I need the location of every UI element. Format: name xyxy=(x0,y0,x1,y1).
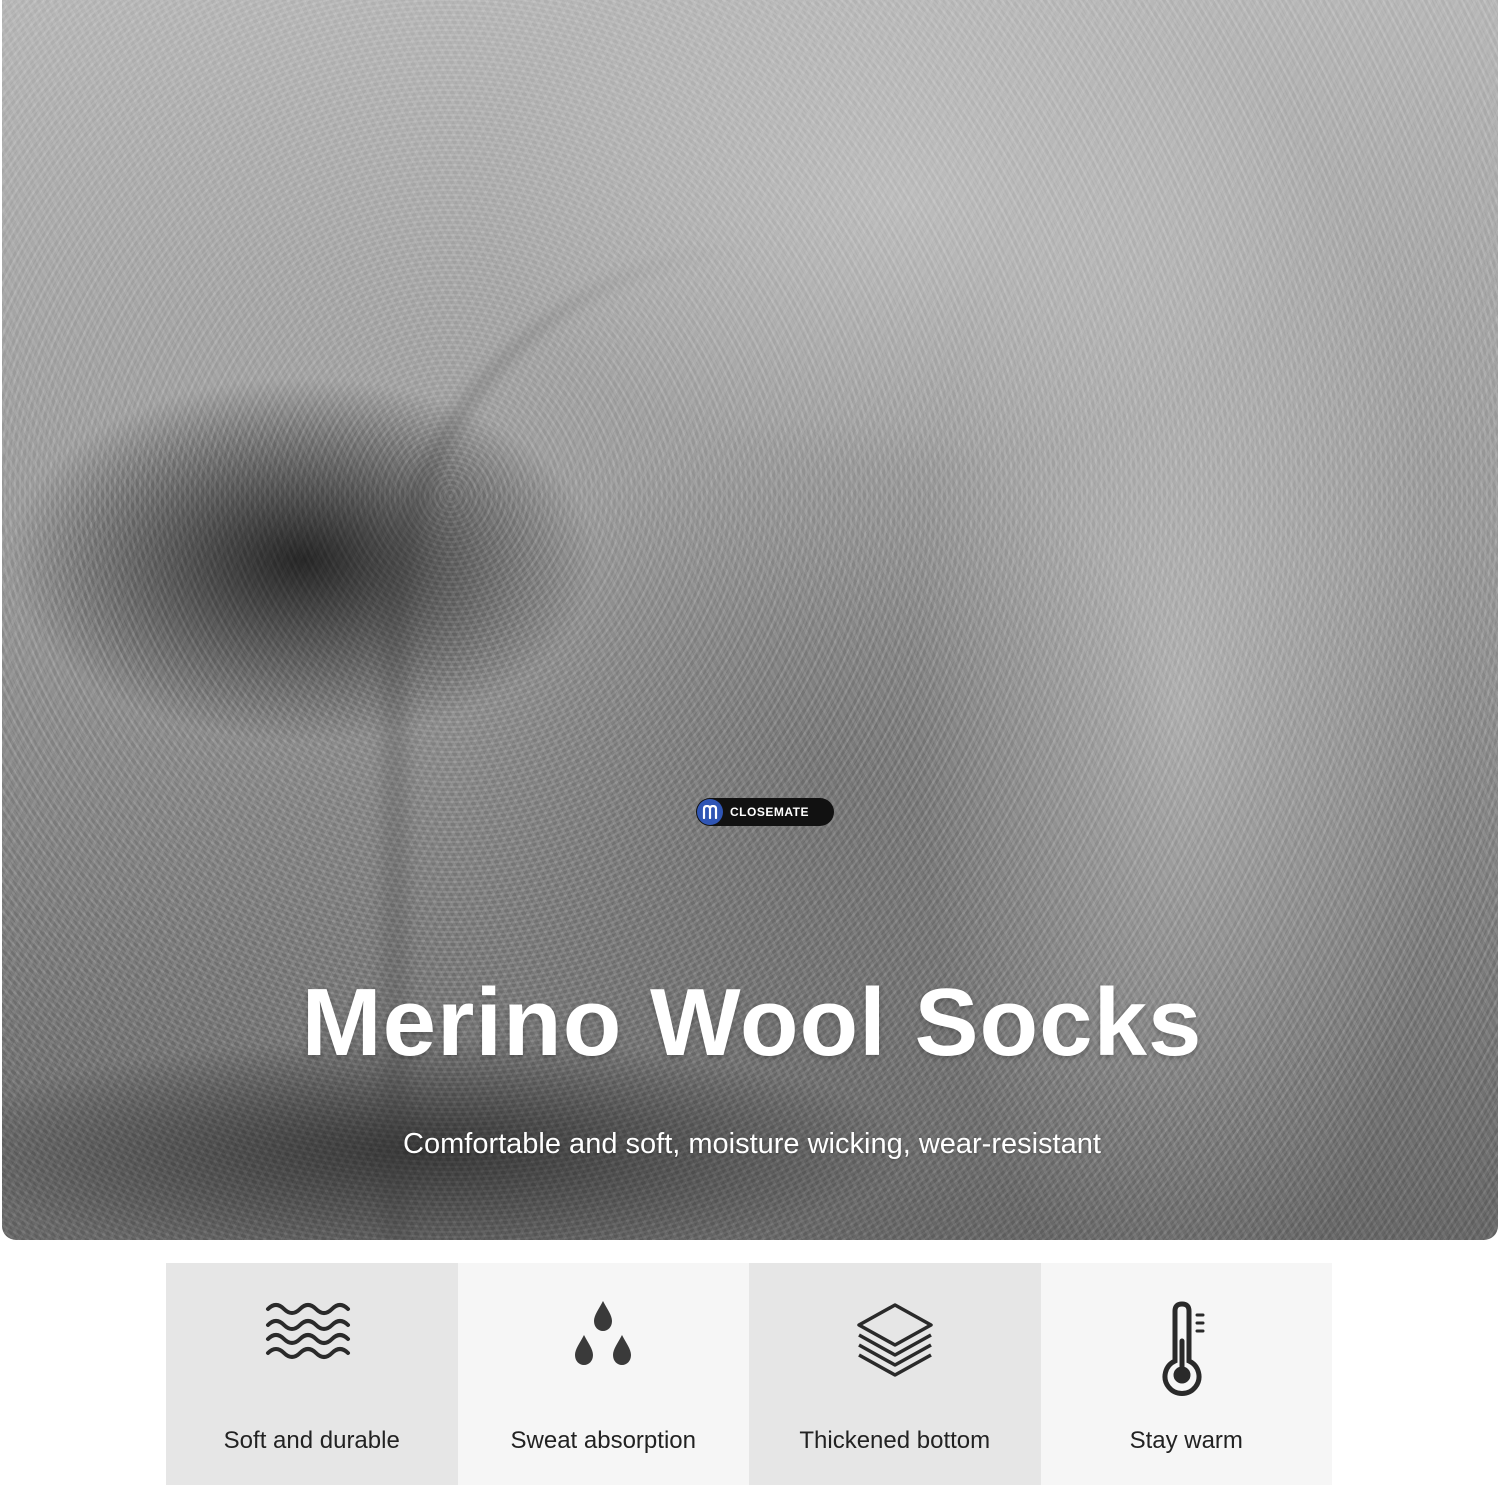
brand-logo: CLOSEMATE xyxy=(696,798,834,826)
product-title: Merino Wool Socks xyxy=(301,969,1203,1076)
waves-icon xyxy=(265,1303,350,1359)
feature-label: Sweat absorption xyxy=(510,1427,696,1454)
feature-soft-durable: Soft and durable xyxy=(166,1263,458,1485)
hero-image: CLOSEMATE Merino Wool Socks Comfortable … xyxy=(2,0,1498,1240)
feature-label: Thickened bottom xyxy=(799,1427,991,1454)
brand-name: CLOSEMATE xyxy=(730,805,809,819)
droplets-icon xyxy=(575,1301,632,1365)
feature-label: Soft and durable xyxy=(223,1427,400,1454)
layers-icon xyxy=(857,1303,933,1377)
thermometer-icon xyxy=(1162,1301,1205,1396)
sock-fold xyxy=(382,250,1168,1240)
feature-label: Stay warm xyxy=(1129,1427,1243,1454)
product-subtitle: Comfortable and soft, moisture wicking, … xyxy=(403,1128,1101,1160)
feature-strip: Soft and durable Sweat absorption Thicke… xyxy=(166,1263,1332,1485)
feature-sweat-absorption: Sweat absorption xyxy=(457,1263,749,1485)
feature-stay-warm: Stay warm xyxy=(1040,1263,1332,1485)
feature-thickened-bottom: Thickened bottom xyxy=(749,1263,1041,1485)
brand-mark-icon xyxy=(697,799,723,825)
